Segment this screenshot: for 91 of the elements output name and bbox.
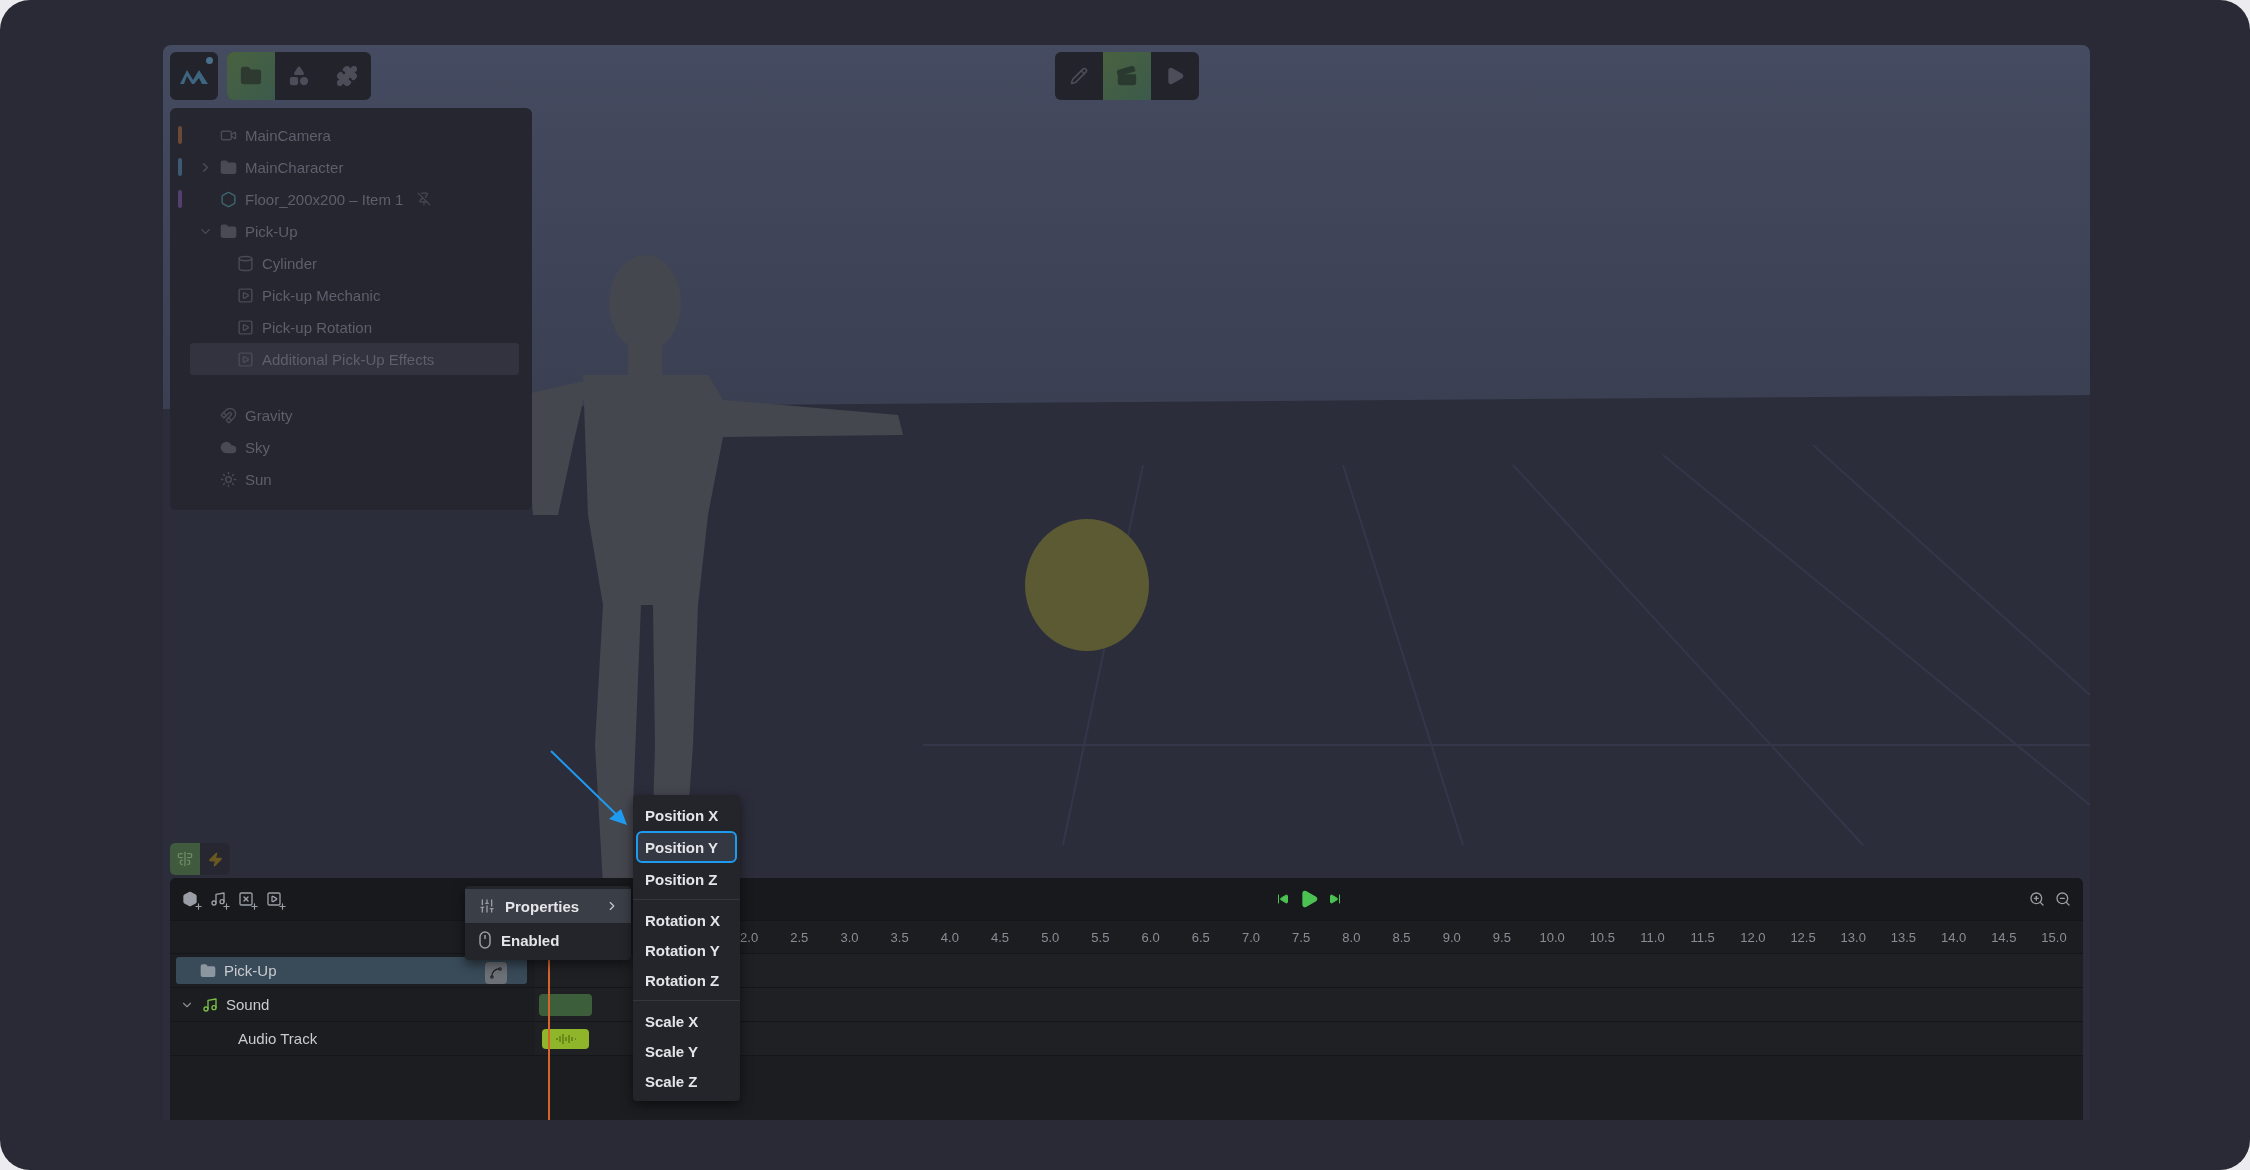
- submenu-item[interactable]: Scale X: [636, 1007, 737, 1035]
- track-name[interactable]: Pick-Up: [176, 957, 527, 984]
- submenu-item[interactable]: Rotation Y: [636, 936, 737, 964]
- ruler-label: 9.5: [1491, 929, 1512, 945]
- item-label: Pick-up Rotation: [262, 318, 373, 336]
- ruler-label: 7.0: [1240, 929, 1261, 945]
- track-label: Pick-Up: [224, 962, 277, 979]
- audio-clip[interactable]: [542, 1028, 589, 1049]
- sun-icon: [220, 470, 237, 488]
- ruler-label: 4.0: [939, 929, 960, 945]
- zoom-out-icon[interactable]: [2055, 891, 2071, 907]
- align-button[interactable]: [170, 843, 200, 875]
- ruler-label: 3.5: [889, 929, 910, 945]
- ruler-label: 13.0: [1839, 929, 1867, 945]
- spline-icon: [489, 966, 503, 980]
- item-label: Floor_200x200 – Item 1: [245, 190, 404, 208]
- ruler-label: 15.0: [2040, 929, 2068, 945]
- ruler-label: 8.0: [1341, 929, 1362, 945]
- play-square-icon: [237, 286, 254, 304]
- clapperboard-icon: [1115, 65, 1138, 87]
- ruler-label: 10.5: [1588, 929, 1616, 945]
- submenu-item[interactable]: Position Z: [636, 865, 737, 893]
- notification-dot: [206, 57, 213, 64]
- ruler-label: 11.0: [1639, 929, 1666, 945]
- ruler-label: 11.5: [1689, 929, 1716, 945]
- folder-icon: [240, 65, 262, 87]
- bolt-icon: [207, 851, 223, 867]
- ruler-label: 4.5: [990, 929, 1011, 945]
- folder-icon: [220, 222, 237, 240]
- item-label: Pick-Up: [245, 222, 298, 240]
- curve-button[interactable]: [485, 962, 507, 984]
- play-square-icon: [237, 318, 254, 336]
- ruler-label: 6.0: [1140, 929, 1161, 945]
- submenu-item[interactable]: Position X: [636, 801, 737, 829]
- submenu-item[interactable]: Position Y: [636, 831, 737, 863]
- logo-icon: [180, 68, 208, 84]
- music-note-icon: [202, 996, 218, 1013]
- pencil-icon: [1069, 67, 1088, 85]
- item-label: Sun: [245, 470, 272, 488]
- ruler-label: 3.0: [839, 929, 860, 945]
- ruler-label: 7.5: [1291, 929, 1312, 945]
- ruler-label: 10.0: [1538, 929, 1566, 945]
- submenu-item[interactable]: Rotation Z: [636, 966, 737, 994]
- track-label: Sound: [226, 996, 270, 1013]
- ruler-label: 2.0: [739, 929, 760, 945]
- item-label: MainCamera: [245, 126, 331, 144]
- switch-icon: [479, 931, 491, 949]
- submenu-item[interactable]: Scale Y: [636, 1037, 737, 1065]
- ruler-label: 5.0: [1040, 929, 1061, 945]
- ruler-label: 14.0: [1939, 929, 1968, 945]
- track-name[interactable]: Sound: [176, 991, 527, 1018]
- play-square-icon: [237, 350, 254, 368]
- item-label: Pick-up Mechanic: [262, 286, 381, 304]
- ruler-label: 8.5: [1391, 929, 1412, 945]
- sound-clip[interactable]: [539, 993, 592, 1016]
- waveform-icon: [553, 1032, 578, 1045]
- play-icon[interactable]: [1299, 889, 1319, 909]
- mode-button[interactable]: [1102, 52, 1151, 100]
- ruler-label: 12.5: [1789, 929, 1817, 945]
- folder-icon: [220, 158, 237, 176]
- skip-back-icon[interactable]: [1277, 893, 1289, 905]
- ruler-label: 12.0: [1739, 929, 1767, 945]
- ruler-label: 2.5: [789, 929, 810, 945]
- align-icon: [177, 851, 193, 867]
- menu-item[interactable]: Properties: [465, 889, 631, 923]
- item-label: Cylinder: [262, 254, 318, 272]
- menu-item[interactable]: Enabled: [465, 923, 631, 957]
- cylinder-icon: [237, 254, 254, 272]
- sliders-icon: [479, 898, 495, 914]
- item-label: Gravity: [245, 406, 293, 424]
- ruler-label: 13.5: [1889, 929, 1918, 945]
- shapes-icon: [288, 65, 310, 87]
- ruler-label: 9.0: [1441, 929, 1462, 945]
- app-logo[interactable]: [170, 52, 218, 100]
- magnet-icon: [220, 406, 237, 424]
- ruler-label: 14.5: [1990, 929, 2018, 945]
- ruler-label: 5.5: [1090, 929, 1111, 945]
- hexagon-icon: [220, 190, 237, 208]
- panel-tab[interactable]: [227, 52, 275, 100]
- track-label: Audio Track: [237, 1030, 318, 1047]
- submenu-item[interactable]: Rotation X: [636, 906, 737, 934]
- submenu-item[interactable]: Scale Z: [636, 1067, 737, 1095]
- item-label: MainCharacter: [245, 158, 344, 176]
- ruler-label: 6.5: [1190, 929, 1211, 945]
- folder-icon: [200, 962, 216, 979]
- puzzle-icon: [336, 65, 358, 87]
- pin-off-icon[interactable]: [417, 192, 432, 206]
- zoom-in-icon[interactable]: [2029, 891, 2045, 907]
- item-label: Sky: [245, 438, 270, 456]
- track-name[interactable]: Audio Track: [176, 1025, 527, 1052]
- skip-forward-icon[interactable]: [1329, 893, 1341, 905]
